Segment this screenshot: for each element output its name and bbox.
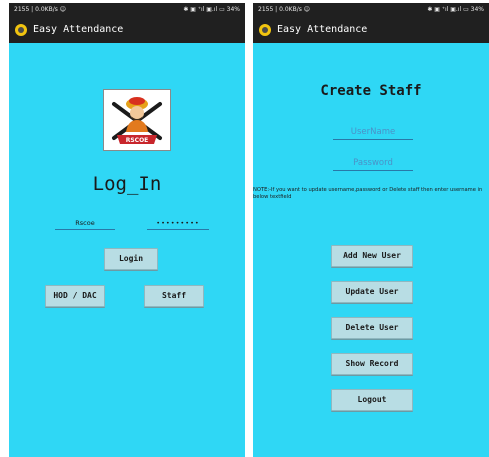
page-title: Create Staff [320, 83, 422, 99]
status-right-icons: ✱ ▣ ⁺ıl ▣.ıl ▭ 34% [427, 6, 484, 13]
hod-dac-button[interactable]: HOD / DAC [45, 285, 105, 307]
username-input[interactable]: UserName [333, 125, 413, 140]
login-button[interactable]: Login [104, 248, 158, 270]
show-record-button[interactable]: Show Record [331, 353, 413, 375]
username-field[interactable]: Rscoe [55, 217, 115, 230]
status-right-icons: ✱ ▣ ⁺ıl ▣.ıl ▭ 34% [183, 6, 240, 13]
app-title: Easy Attendance [33, 24, 124, 35]
login-screen: 2155 | 0.0KB/s ☺ ✱ ▣ ⁺ıl ▣.ıl ▭ 34% Easy… [9, 3, 245, 457]
update-note-text: NOTE:-If you want to update username,pas… [253, 187, 483, 200]
password-field[interactable]: ••••••••• [147, 217, 209, 230]
staff-button[interactable]: Staff [144, 285, 204, 307]
app-logo-icon [15, 24, 27, 36]
college-emblem-icon: RSCOE [104, 90, 170, 150]
add-new-user-button[interactable]: Add New User [331, 245, 413, 267]
delete-user-button[interactable]: Delete User [331, 317, 413, 339]
app-logo-icon [259, 24, 271, 36]
app-title: Easy Attendance [277, 24, 368, 35]
college-logo: RSCOE [103, 89, 171, 151]
create-staff-screen: 2155 | 0.0KB/s ☺ ✱ ▣ ⁺ıl ▣.ıl ▭ 34% Easy… [253, 3, 489, 457]
status-left-text: 2155 | 0.0KB/s ☺ [14, 6, 67, 13]
update-user-button[interactable]: Update User [331, 281, 413, 303]
password-input[interactable]: Password [333, 156, 413, 171]
status-bar: 2155 | 0.0KB/s ☺ ✱ ▣ ⁺ıl ▣.ıl ▭ 34% [253, 3, 489, 17]
app-bar: Easy Attendance [9, 17, 245, 43]
status-left-text: 2155 | 0.0KB/s ☺ [258, 6, 311, 13]
page-title: Log_In [92, 173, 162, 195]
app-bar: Easy Attendance [253, 17, 489, 43]
logout-button[interactable]: Logout [331, 389, 413, 411]
logo-ribbon-text: RSCOE [126, 137, 149, 144]
status-bar: 2155 | 0.0KB/s ☺ ✱ ▣ ⁺ıl ▣.ıl ▭ 34% [9, 3, 245, 17]
